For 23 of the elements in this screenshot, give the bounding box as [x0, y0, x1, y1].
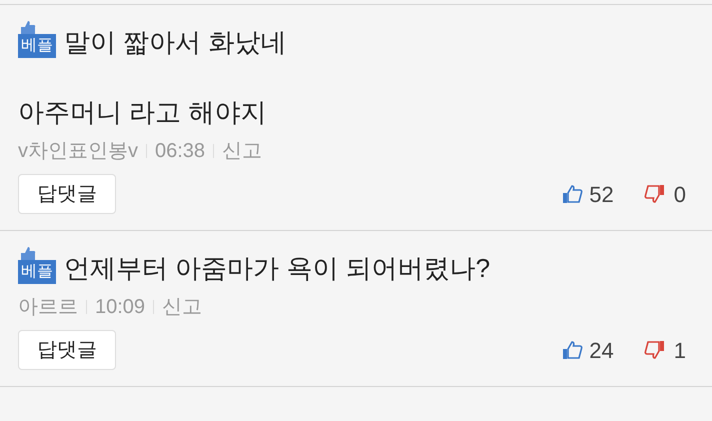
dislike-count: 1 [674, 336, 686, 364]
comment-text: 언제부터 아줌마가 욕이 되어버렸나? [64, 252, 490, 284]
timestamp: 10:09 [95, 295, 146, 320]
report-link[interactable]: 신고 [222, 136, 262, 166]
thumbs-up-icon [20, 245, 36, 261]
timestamp: 06:38 [155, 139, 206, 164]
comment-text: 말이 짧아서 화났네 [64, 26, 286, 58]
like-count: 24 [589, 336, 614, 364]
reply-button[interactable]: 답댓글 [18, 330, 116, 370]
author-name[interactable]: v차인표인봉v [18, 136, 138, 166]
thumbs-up-icon[interactable] [561, 339, 584, 361]
report-link[interactable]: 신고 [162, 292, 202, 322]
thumbs-up-icon[interactable] [561, 183, 584, 205]
thumbs-up-icon [20, 19, 36, 35]
best-badge: 베플 [18, 34, 56, 58]
thumbs-down-icon[interactable] [644, 183, 666, 205]
thumbs-down-icon[interactable] [644, 339, 666, 361]
like-count: 52 [589, 180, 614, 208]
author-name[interactable]: 아르르 [18, 292, 78, 322]
dislike-count: 0 [674, 180, 686, 208]
reply-button[interactable]: 답댓글 [18, 174, 116, 214]
best-badge: 베플 [18, 260, 56, 284]
comment-text: 아주머니 라고 해야지 [18, 96, 268, 128]
